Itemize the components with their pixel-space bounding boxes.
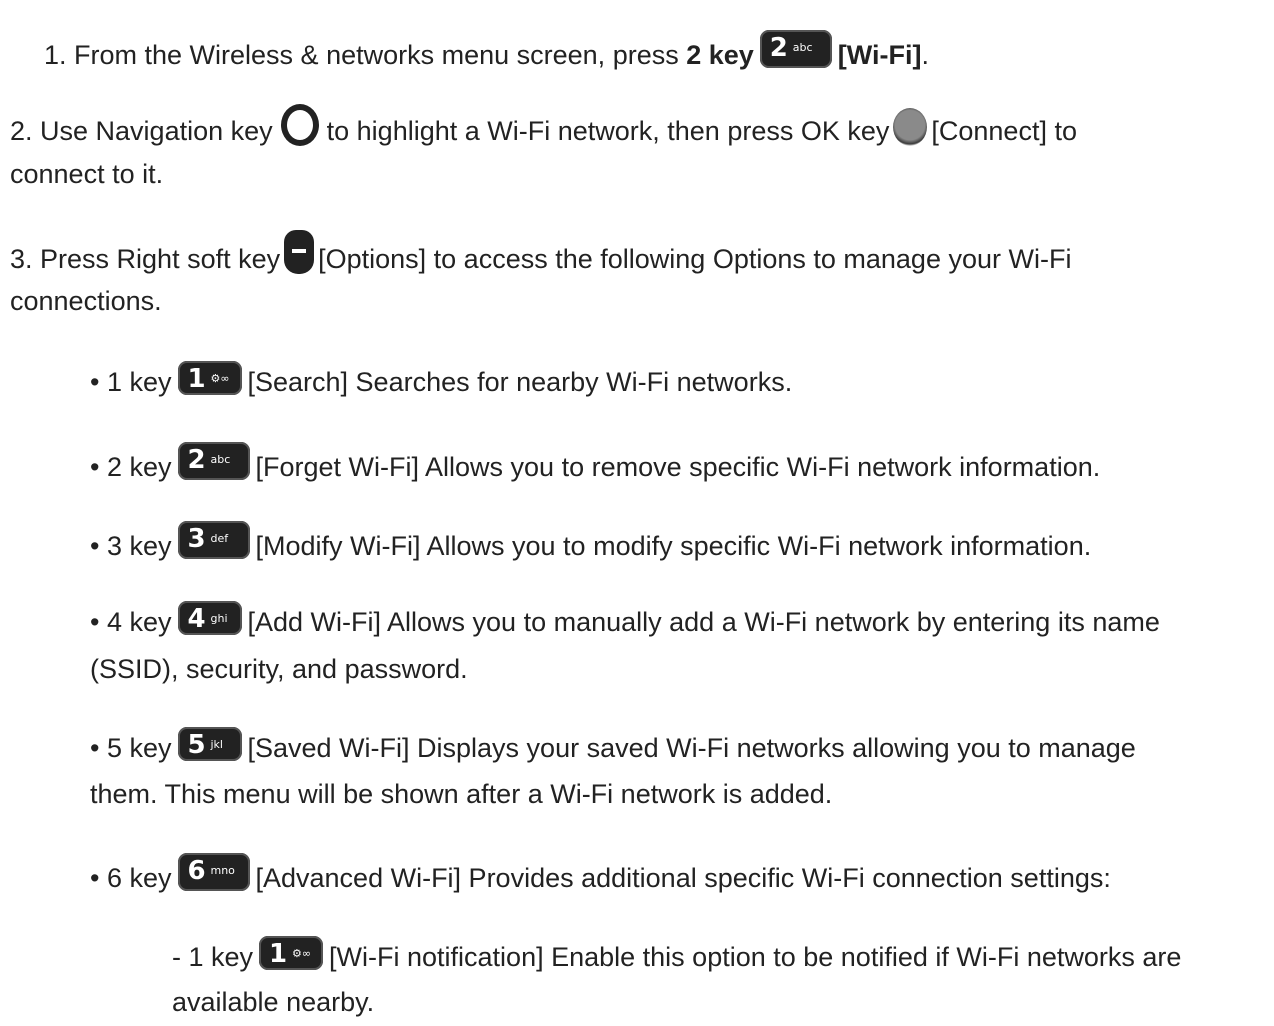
step-2-line-2: connect to it.: [10, 150, 163, 198]
option-forget-wifi: • 2 key 2 abc [Forget Wi-Fi] Allows you to …: [90, 442, 1100, 491]
step-3: 3. Press Right soft key [Options] to acce…: [10, 230, 1071, 283]
step-3-text-c: connections.: [10, 286, 162, 316]
option-add-wifi: • 4 key 4 ghi [Add Wi-Fi] Allows you to man…: [90, 598, 1160, 646]
step-1-wifi-label: [Wi-Fi]: [837, 40, 922, 70]
step-3-line-2: connections.: [10, 277, 162, 325]
key-2-icon: 2 abc: [759, 30, 832, 68]
option-advanced-wifi: • 6 key 6 mno [Advanced Wi-Fi] Provides add…: [90, 853, 1111, 902]
step-2-text-a: 2. Use Navigation key: [10, 116, 273, 146]
step-1-key-label: 2 key: [686, 40, 754, 70]
ok-key-icon: [893, 108, 928, 146]
step-2-text-d: connect to it.: [10, 159, 164, 189]
step-2-text-c: [Connect] to: [931, 116, 1077, 146]
option-description: [Search] Searches for nearby Wi-Fi netwo…: [247, 367, 793, 397]
option-description: [Saved Wi-Fi] Displays your saved Wi-Fi …: [247, 733, 1136, 763]
option-prefix: • 1 key: [90, 367, 172, 397]
key-3-icon: 3 def: [177, 521, 250, 559]
step-1-suffix: .: [921, 40, 930, 70]
right-soft-key-icon: [284, 230, 315, 274]
key-5-icon: 5 jkl: [177, 727, 242, 761]
step-1: 1. From the Wireless & networks menu scr…: [44, 30, 929, 79]
navigation-key-icon: [280, 104, 319, 146]
key-1-icon: 1 ⚙∞: [177, 361, 242, 395]
option-prefix: • 2 key: [90, 452, 172, 482]
sub-option-prefix: - 1 key: [172, 942, 254, 972]
option-saved-wifi: • 5 key 5 jkl [Saved Wi-Fi] Displays your s…: [90, 724, 1136, 772]
option-description: [Forget Wi-Fi] Allows you to remove spec…: [255, 452, 1101, 482]
option-search: • 1 key 1 ⚙∞ [Search] Searches for nearby W…: [90, 358, 792, 406]
option-description: [Add Wi-Fi] Allows you to manually add a…: [247, 607, 1160, 637]
sub-option-description-cont: available nearby.: [172, 987, 375, 1017]
sub-option-wifi-notification-line-2: available nearby.: [172, 978, 374, 1026]
option-description: [Modify Wi-Fi] Allows you to modify spec…: [255, 531, 1092, 561]
step-2-text-b: to highlight a Wi-Fi network, then press…: [326, 116, 890, 146]
option-description-cont: (SSID), security, and password.: [90, 654, 468, 684]
sub-option-description: [Wi-Fi notification] Enable this option …: [329, 942, 1182, 972]
key-4-icon: 4 ghi: [177, 601, 242, 635]
step-2: 2. Use Navigation key to highlight a Wi-F…: [10, 104, 1077, 155]
option-add-wifi-line-2: (SSID), security, and password.: [90, 645, 468, 693]
step-3-text-b: [Options] to access the following Option…: [318, 244, 1072, 274]
step-1-prefix: 1. From the Wireless & networks menu scr…: [44, 40, 687, 70]
option-prefix: • 4 key: [90, 607, 172, 637]
key-1-icon: 1 ⚙∞: [259, 936, 324, 970]
sub-option-wifi-notification: - 1 key 1 ⚙∞ [Wi-Fi notification] Enable th…: [172, 933, 1181, 981]
key-6-icon: 6 mno: [177, 853, 250, 891]
option-description: [Advanced Wi-Fi] Provides additional spe…: [255, 863, 1111, 893]
manual-page: 1. From the Wireless & networks menu scr…: [0, 0, 1274, 1017]
step-3-text-a: 3. Press Right soft key: [10, 244, 281, 274]
option-modify-wifi: • 3 key 3 def [Modify Wi-Fi] Allows you to …: [90, 521, 1091, 570]
option-prefix: • 3 key: [90, 531, 172, 561]
option-prefix: • 6 key: [90, 863, 172, 893]
option-saved-wifi-line-2: them. This menu will be shown after a Wi…: [90, 770, 832, 818]
option-description-cont: them. This menu will be shown after a Wi…: [90, 779, 833, 809]
option-prefix: • 5 key: [90, 733, 172, 763]
key-2-icon: 2 abc: [177, 442, 250, 480]
